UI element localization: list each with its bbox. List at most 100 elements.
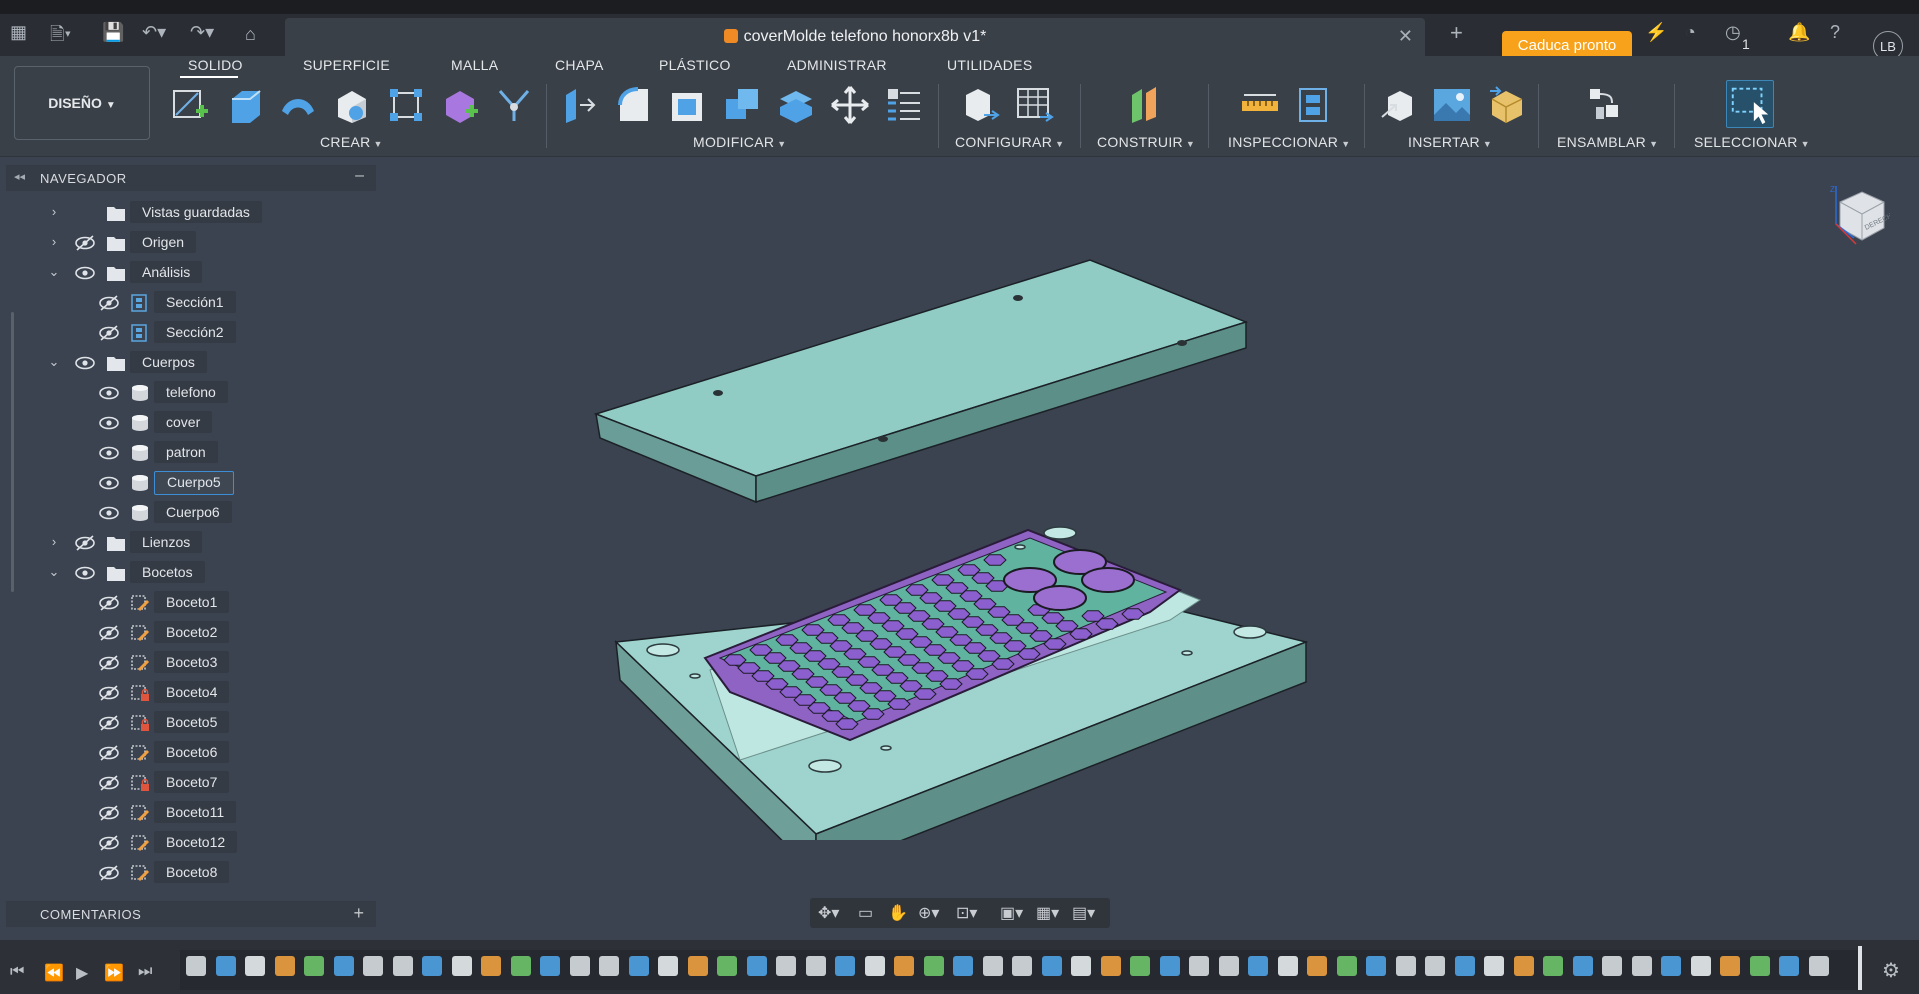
timeline-feature[interactable] — [1631, 956, 1652, 976]
timeline-feature[interactable] — [1572, 956, 1593, 976]
eye-icon[interactable] — [98, 415, 120, 431]
timeline-play-icon[interactable]: ▶ — [76, 963, 88, 983]
timeline-feature[interactable] — [451, 956, 472, 976]
chevron-down-icon[interactable]: ⌄ — [46, 564, 62, 580]
chevron-right-icon[interactable]: › — [46, 234, 62, 249]
orbit-icon[interactable]: ✥▾ — [818, 903, 839, 923]
timeline-feature[interactable] — [186, 956, 206, 976]
timeline-next-icon[interactable]: ⏩ — [104, 963, 124, 983]
timeline-feature[interactable] — [658, 956, 678, 976]
eye-hidden-icon[interactable] — [98, 745, 120, 761]
sweep-icon[interactable] — [332, 85, 372, 125]
group-construir[interactable]: CONSTRUIR ▼ — [1097, 134, 1195, 150]
timeline-feature[interactable] — [1690, 956, 1711, 976]
eye-icon[interactable] — [98, 445, 120, 461]
timeline-feature[interactable] — [1454, 956, 1475, 976]
timeline-last-icon[interactable]: ⏭ — [138, 963, 152, 981]
timeline-track[interactable] — [180, 946, 1862, 990]
home-icon[interactable]: ⌂ — [245, 24, 256, 45]
timeline-feature[interactable] — [953, 956, 973, 976]
browser-scrollbar[interactable] — [11, 312, 14, 592]
timeline-feature[interactable] — [717, 956, 737, 976]
timeline-feature[interactable] — [805, 956, 826, 976]
timeline-feature[interactable] — [1808, 956, 1829, 976]
tab-malla[interactable]: MALLA — [451, 57, 498, 73]
timeline-feature[interactable] — [1720, 956, 1740, 976]
tab-plastico[interactable]: PLÁSTICO — [659, 57, 731, 73]
browser-item-sección2[interactable]: Sección2 — [70, 320, 370, 346]
browser-item-vistas-guardadas[interactable]: › Vistas guardadas — [46, 200, 346, 226]
timeline-feature[interactable] — [422, 956, 442, 976]
timeline-feature[interactable] — [274, 956, 295, 976]
timeline-feature[interactable] — [864, 956, 885, 976]
new-component-icon[interactable] — [1584, 85, 1624, 125]
eye-icon[interactable] — [74, 565, 96, 581]
timeline-feature[interactable] — [1366, 956, 1386, 976]
timeline-feature[interactable] — [1189, 956, 1209, 976]
timeline-feature[interactable] — [1513, 956, 1534, 976]
minimize-panel-icon[interactable]: – — [355, 167, 364, 185]
eye-icon[interactable] — [74, 265, 96, 281]
eye-hidden-icon[interactable] — [98, 805, 120, 821]
tab-superficie[interactable]: SUPERFICIE — [303, 57, 390, 73]
timeline-feature[interactable] — [599, 956, 619, 976]
eye-hidden-icon[interactable] — [98, 595, 120, 611]
derive-icon[interactable] — [494, 85, 534, 125]
group-ensamblar[interactable]: ENSAMBLAR ▼ — [1557, 134, 1658, 150]
tab-chapa[interactable]: CHAPA — [555, 57, 604, 73]
timeline-feature[interactable] — [363, 956, 383, 976]
app-grid-icon[interactable]: ▦ — [10, 22, 27, 43]
viewport-3d-model[interactable] — [560, 240, 1320, 840]
viewports-icon[interactable]: ▤▾ — [1072, 903, 1095, 923]
eye-hidden-icon[interactable] — [98, 625, 120, 641]
new-tab-icon[interactable]: + — [1450, 20, 1463, 46]
configure-body-icon[interactable] — [960, 85, 1000, 125]
timeline-feature[interactable] — [776, 956, 796, 976]
move-copy-icon[interactable] — [830, 85, 870, 125]
measure-icon[interactable] — [1240, 85, 1280, 125]
close-tab-icon[interactable]: ✕ — [1398, 26, 1413, 47]
timeline-feature[interactable] — [1749, 956, 1770, 976]
eye-hidden-icon[interactable] — [98, 775, 120, 791]
timeline-feature[interactable] — [1130, 956, 1150, 976]
browser-item-bocetos[interactable]: ⌄ Bocetos — [46, 560, 346, 586]
revolve-icon[interactable] — [278, 85, 318, 125]
timeline-feature[interactable] — [1012, 956, 1032, 976]
view-cube[interactable]: DERECHA Z — [1826, 184, 1890, 248]
timeline-feature[interactable] — [333, 956, 354, 976]
timeline-feature[interactable] — [1071, 956, 1091, 976]
look-at-icon[interactable]: ▭ — [858, 903, 873, 923]
eye-hidden-icon[interactable] — [98, 325, 120, 341]
timeline-feature[interactable] — [540, 956, 560, 976]
browser-item-lienzos[interactable]: › Lienzos — [46, 530, 346, 556]
job-status-icon[interactable]: ◷ — [1725, 22, 1741, 43]
timeline-first-icon[interactable]: ⏮ — [10, 963, 24, 981]
browser-item-boceto3[interactable]: Boceto3 — [70, 650, 370, 676]
group-crear[interactable]: CREAR ▼ — [320, 134, 383, 150]
timeline-feature[interactable] — [1336, 956, 1357, 976]
add-comment-icon[interactable]: + — [353, 903, 364, 924]
document-tab[interactable]: coverMolde telefono honorx8b v1* ✕ — [285, 18, 1425, 56]
chevron-down-icon[interactable]: ⌄ — [46, 264, 62, 280]
timeline-marker[interactable] — [1858, 946, 1862, 990]
timeline-feature[interactable] — [1484, 956, 1504, 976]
tab-administrar[interactable]: ADMINISTRAR — [787, 57, 887, 73]
browser-item-boceto5[interactable]: Boceto5 — [70, 710, 370, 736]
tab-solido[interactable]: SOLIDO — [188, 57, 243, 73]
configuration-table-icon[interactable] — [1014, 85, 1054, 125]
timeline-feature[interactable] — [1277, 956, 1298, 976]
collapse-panel-icon[interactable]: ◂◂ — [14, 170, 25, 183]
browser-item-cover[interactable]: cover — [70, 410, 370, 436]
insert-mesh-icon[interactable] — [1486, 85, 1526, 125]
timeline-feature[interactable] — [304, 956, 324, 976]
browser-item-boceto8[interactable]: Boceto8 — [70, 860, 370, 886]
eye-hidden-icon[interactable] — [74, 235, 96, 251]
eye-icon[interactable] — [98, 505, 120, 521]
timeline-feature[interactable] — [1041, 956, 1062, 976]
timeline-feature[interactable] — [1779, 956, 1799, 976]
insert-canvas-icon[interactable] — [1432, 85, 1472, 125]
timeline-feature[interactable] — [569, 956, 590, 976]
undo-icon[interactable]: ↶▾ — [142, 22, 166, 43]
timeline-feature[interactable] — [392, 956, 413, 976]
create-sketch-icon[interactable] — [170, 85, 210, 125]
